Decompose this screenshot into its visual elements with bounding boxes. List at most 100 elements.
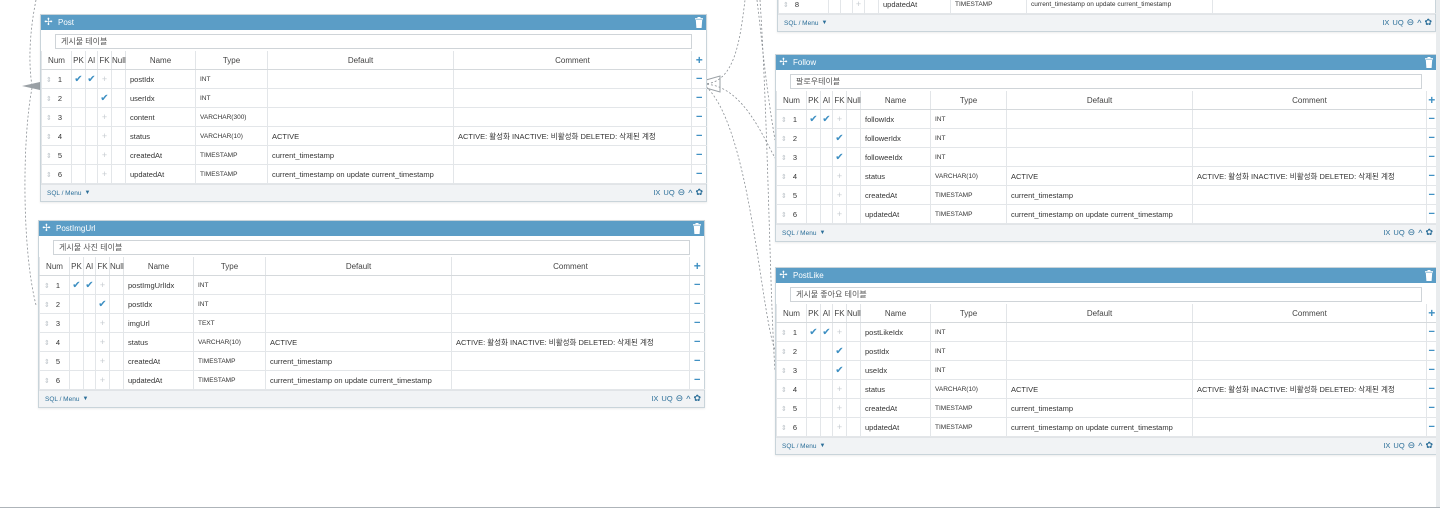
column-default[interactable] xyxy=(1006,128,1193,148)
pk-checkbox[interactable] xyxy=(71,145,86,165)
table-comment-field[interactable]: 게시물 사진 테이블 xyxy=(53,240,690,255)
fk-toggle[interactable]: + xyxy=(95,332,110,352)
drag-handle-icon[interactable]: ⇕ xyxy=(46,96,52,103)
pk-checkbox[interactable] xyxy=(806,128,821,148)
remove-column-icon[interactable]: − xyxy=(694,355,700,367)
null-checkbox[interactable] xyxy=(846,360,861,380)
table-name[interactable]: Post xyxy=(58,18,74,27)
null-checkbox[interactable] xyxy=(846,204,861,224)
column-default[interactable] xyxy=(265,275,452,295)
drag-handle-icon[interactable]: ⇕ xyxy=(44,378,50,385)
column-type[interactable]: INT xyxy=(930,128,1007,148)
column-comment[interactable] xyxy=(451,313,690,333)
fk-toggle[interactable]: + xyxy=(832,109,847,129)
collapse-circle-icon[interactable]: ⊖ xyxy=(1408,440,1416,451)
vertical-scrollbar[interactable] xyxy=(1436,0,1440,507)
fk-toggle[interactable]: + xyxy=(95,351,110,371)
remove-column-icon[interactable]: − xyxy=(1429,208,1435,220)
drag-handle-icon[interactable]: ⇕ xyxy=(781,117,787,124)
pk-checkbox[interactable]: ✔ xyxy=(71,69,86,89)
sql-menu-button[interactable]: SQL / Menu ▼ xyxy=(45,396,88,403)
fk-plus-icon[interactable]: + xyxy=(856,0,861,9)
drag-handle-icon[interactable]: ⇕ xyxy=(781,425,787,432)
column-comment[interactable]: ACTIVE: 활성화 INACTIVE: 비활성화 DELETED: 삭제된 … xyxy=(1192,379,1427,399)
column-comment[interactable] xyxy=(453,107,692,127)
sql-menu-button[interactable]: SQL / Menu ▼ xyxy=(782,230,825,237)
remove-column-icon[interactable]: − xyxy=(694,317,700,329)
pk-checkbox[interactable] xyxy=(806,204,821,224)
remove-column-icon[interactable]: − xyxy=(696,73,702,85)
collapse-circle-icon[interactable]: ⊖ xyxy=(1407,17,1415,28)
column-default[interactable]: current_timestamp on update current_time… xyxy=(267,164,454,184)
column-type[interactable]: TIMESTAMP xyxy=(195,164,268,184)
ai-checkbox[interactable]: ✔ xyxy=(83,275,96,295)
null-checkbox[interactable] xyxy=(109,275,124,295)
remove-column-icon[interactable]: − xyxy=(696,168,702,180)
fk-toggle[interactable]: ✔ xyxy=(97,88,112,108)
chevron-up-icon[interactable]: ^ xyxy=(1418,228,1422,238)
fk-toggle[interactable]: + xyxy=(97,164,112,184)
column-type[interactable]: TIMESTAMP xyxy=(193,370,266,390)
table-header[interactable]: ✢ PostImgUrl xyxy=(39,221,704,236)
null-checkbox[interactable] xyxy=(109,351,124,371)
index-button[interactable]: IX xyxy=(651,394,658,403)
column-comment[interactable] xyxy=(1192,322,1427,342)
sql-menu-button[interactable]: SQL / Menu ▼ xyxy=(784,20,827,27)
remove-column-icon[interactable]: − xyxy=(1429,189,1435,201)
table-row[interactable]: ⇕ 4 + status VARCHAR(10) ACTIVE ACTIVE: 활성화 IN… xyxy=(776,379,1437,399)
table-row[interactable]: ⇕ 6 + updatedAt TIMESTAMP current_timestamp o… xyxy=(39,370,705,390)
ai-checkbox[interactable] xyxy=(83,313,96,333)
pk-checkbox[interactable] xyxy=(806,417,821,437)
fk-toggle[interactable]: + xyxy=(832,204,847,224)
table-postlike[interactable]: ✢ PostLike 게시물 좋아요 테이블 Num PK AI FK Null… xyxy=(775,267,1437,455)
column-type[interactable]: INT xyxy=(930,147,1007,167)
column-comment[interactable]: ACTIVE: 활성화 INACTIVE: 비활성화 DELETED: 삭제된 … xyxy=(1192,166,1427,186)
column-type[interactable]: TEXT xyxy=(193,313,266,333)
pk-checkbox[interactable] xyxy=(69,351,84,371)
remove-column-icon[interactable]: − xyxy=(1429,132,1435,144)
drag-handle-icon[interactable]: ⇕ xyxy=(781,136,787,143)
column-type[interactable]: INT xyxy=(193,275,266,295)
drag-handle-icon[interactable]: ⇕ xyxy=(781,212,787,219)
null-checkbox[interactable] xyxy=(846,398,861,418)
column-comment[interactable] xyxy=(453,164,692,184)
column-name[interactable]: updatedAt xyxy=(878,0,951,14)
column-name[interactable]: postIdx xyxy=(123,294,194,314)
ai-checkbox[interactable] xyxy=(85,164,98,184)
table-follow[interactable]: ✢ Follow 팔로우테이블 Num PK AI FK Null Name T… xyxy=(775,54,1437,242)
pk-checkbox[interactable] xyxy=(69,370,84,390)
drag-handle-icon[interactable]: ⇕ xyxy=(781,193,787,200)
remove-column-icon[interactable]: − xyxy=(696,149,702,161)
column-default[interactable]: ACTIVE xyxy=(265,332,452,352)
collapse-circle-icon[interactable]: ⊖ xyxy=(676,393,684,404)
column-default[interactable] xyxy=(1006,341,1193,361)
null-checkbox[interactable] xyxy=(846,417,861,437)
column-type[interactable]: INT xyxy=(930,322,1007,342)
ai-checkbox[interactable] xyxy=(820,147,833,167)
gear-icon[interactable]: ✿ xyxy=(1425,440,1433,451)
column-default[interactable]: ACTIVE xyxy=(1006,166,1193,186)
pk-checkbox[interactable] xyxy=(806,379,821,399)
column-name[interactable]: status xyxy=(860,166,931,186)
table-row[interactable]: ⇕ 4 + status VARCHAR(10) ACTIVE ACTIVE: 활성화 IN… xyxy=(39,332,705,352)
null-checkbox[interactable] xyxy=(111,126,126,146)
null-checkbox[interactable] xyxy=(111,164,126,184)
ai-checkbox[interactable] xyxy=(83,370,96,390)
drag-handle-icon[interactable]: ⇕ xyxy=(44,321,50,328)
column-comment[interactable] xyxy=(1212,0,1440,14)
null-checkbox[interactable] xyxy=(109,294,124,314)
column-comment[interactable] xyxy=(1192,204,1427,224)
remove-column-icon[interactable]: − xyxy=(694,374,700,386)
table-row[interactable]: ⇕ 4 + status VARCHAR(10) ACTIVE ACTIVE: 활성화 IN… xyxy=(776,166,1437,186)
column-comment[interactable] xyxy=(451,351,690,371)
table-row[interactable]: ⇕ 6 + updatedAt TIMESTAMP current_timestamp o… xyxy=(776,417,1437,437)
column-type[interactable]: INT xyxy=(930,360,1007,380)
column-default[interactable]: ACTIVE xyxy=(267,126,454,146)
column-name[interactable]: createdAt xyxy=(860,185,931,205)
trash-icon[interactable] xyxy=(694,17,704,28)
column-comment[interactable] xyxy=(453,69,692,89)
column-name[interactable]: postImgUrlIdx xyxy=(123,275,194,295)
index-button[interactable]: IX xyxy=(1383,441,1390,450)
table-name[interactable]: PostLike xyxy=(793,271,824,280)
column-default[interactable] xyxy=(267,69,454,89)
